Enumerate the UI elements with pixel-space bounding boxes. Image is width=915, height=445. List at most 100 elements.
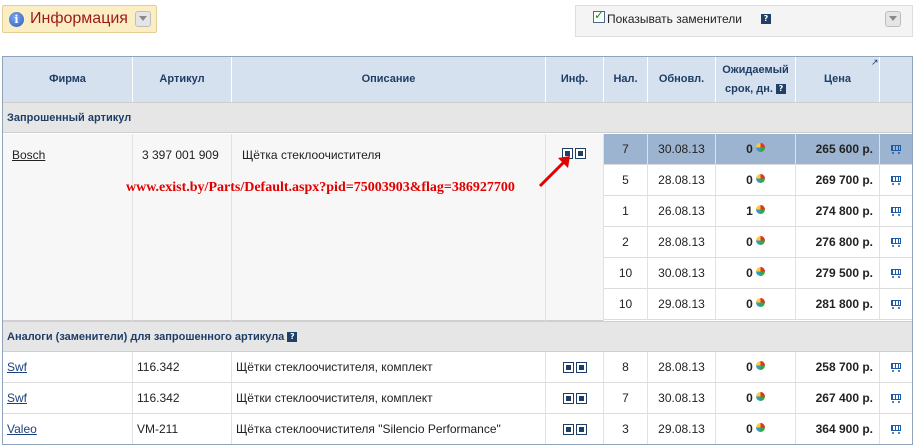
analog-row[interactable]: Swf 116.342 Щётки стеклоочистителя, компле… (3, 383, 912, 414)
term-value: 1 (746, 204, 753, 218)
term-cell: 0 (716, 134, 796, 164)
firm-link[interactable]: Valeo (7, 422, 37, 436)
info-panel-toggle[interactable]: i Информация (2, 5, 157, 33)
qty-value: 7 (604, 134, 648, 164)
add-to-cart-button[interactable] (880, 258, 912, 288)
term-value: 0 (746, 422, 753, 436)
firm-link[interactable]: Swf (7, 391, 27, 405)
info-icon-group (562, 361, 587, 373)
substitutes-collapse-chevron-icon[interactable] (885, 11, 901, 27)
cart-icon (889, 268, 903, 279)
warehouse-pie-icon[interactable] (755, 298, 765, 307)
col-firm[interactable]: Фирма (3, 57, 133, 102)
cart-icon (889, 299, 903, 310)
price-value: 265 600 р. (796, 134, 880, 164)
term-cell: 0 (716, 227, 796, 257)
red-arrow-icon (538, 156, 570, 188)
cart-icon (889, 144, 903, 155)
add-to-cart-button[interactable] (880, 196, 912, 226)
updated-value: 29.08.13 (648, 289, 716, 319)
offer-row[interactable]: 1 26.08.13 1 274 800 р. (604, 196, 912, 227)
details-icon[interactable] (575, 392, 587, 404)
description-value: Щётка стеклоочистителя "Silencio Perform… (232, 414, 546, 444)
col-description[interactable]: Описание (232, 57, 546, 102)
col-cart (880, 57, 912, 102)
details-icon[interactable] (575, 361, 587, 373)
add-to-cart-button[interactable] (880, 352, 912, 382)
term-value: 0 (746, 235, 753, 249)
details-icon[interactable] (575, 148, 586, 159)
term-cell: 0 (716, 352, 796, 382)
add-to-cart-button[interactable] (880, 165, 912, 195)
add-to-cart-button[interactable] (880, 383, 912, 413)
analog-row[interactable]: Valeo VM-211 Щётка стеклоочистителя "Silen… (3, 414, 912, 444)
photo-icon[interactable] (562, 423, 574, 435)
updated-value: 28.08.13 (648, 165, 716, 195)
price-value: 258 700 р. (796, 352, 880, 382)
firm-cell: Valeo (3, 414, 133, 444)
offer-row[interactable]: 10 30.08.13 0 279 500 р. (604, 258, 912, 289)
add-to-cart-button[interactable] (880, 289, 912, 319)
offer-row[interactable]: 7 30.08.13 0 265 600 р. (604, 134, 912, 165)
updated-value: 28.08.13 (648, 352, 716, 382)
term-value: 0 (746, 391, 753, 405)
show-substitutes-checkbox[interactable] (593, 8, 605, 23)
offer-row[interactable]: 2 28.08.13 0 276 800 р. (604, 227, 912, 258)
article-value: 3 397 001 909 (142, 148, 219, 162)
cart-icon (889, 237, 903, 248)
col-article[interactable]: Артикул (133, 57, 232, 102)
term-cell: 0 (716, 383, 796, 413)
warehouse-pie-icon[interactable] (755, 205, 765, 214)
article-value: 116.342 (133, 352, 232, 382)
offer-row[interactable]: 5 28.08.13 0 269 700 р. (604, 165, 912, 196)
add-to-cart-button[interactable] (880, 227, 912, 257)
article-value: 116.342 (133, 383, 232, 413)
info-label: Информация (30, 10, 128, 27)
updated-value: 30.08.13 (648, 383, 716, 413)
warehouse-pie-icon[interactable] (755, 236, 765, 245)
warehouse-pie-icon[interactable] (755, 143, 765, 152)
col-price[interactable]: Цена (796, 57, 880, 102)
warehouse-pie-icon[interactable] (755, 174, 765, 183)
add-to-cart-button[interactable] (880, 414, 912, 444)
term-cell: 0 (716, 258, 796, 288)
warehouse-pie-icon[interactable] (755, 392, 765, 401)
col-updated[interactable]: Обновл. (648, 57, 716, 102)
analog-row[interactable]: Swf 116.342 Щётки стеклоочистителя, компле… (3, 352, 912, 383)
col-info: Инф. (546, 57, 604, 102)
col-qty[interactable]: Нал. (604, 57, 648, 102)
term-value: 0 (746, 173, 753, 187)
info-icons (546, 352, 604, 382)
term-help-icon[interactable]: ? (775, 83, 786, 94)
warehouse-pie-icon[interactable] (755, 267, 765, 276)
info-collapse-chevron-icon[interactable] (135, 11, 151, 27)
add-to-cart-button[interactable] (880, 134, 912, 164)
price-value: 281 800 р. (796, 289, 880, 319)
updated-value: 28.08.13 (648, 227, 716, 257)
cart-icon (889, 175, 903, 186)
photo-icon[interactable] (562, 361, 574, 373)
warehouse-pie-icon[interactable] (755, 361, 765, 370)
photo-icon[interactable] (562, 392, 574, 404)
description-value: Щётка стеклоочистителя (242, 148, 381, 162)
term-cell: 0 (716, 165, 796, 195)
sort-arrow-icon[interactable]: ↗ (871, 58, 879, 68)
firm-cell: Swf (3, 352, 133, 382)
firm-link[interactable]: Bosch (12, 148, 45, 162)
info-icon-group (562, 423, 587, 435)
requested-item: Bosch 3 397 001 909 Щётка стеклоочистите… (3, 134, 604, 321)
price-value: 276 800 р. (796, 227, 880, 257)
details-icon[interactable] (575, 423, 587, 435)
updated-value: 30.08.13 (648, 258, 716, 288)
col-term[interactable]: Ожидаемый срок, дн. ? (716, 57, 796, 102)
substitutes-help-icon[interactable]: ? (761, 14, 771, 24)
offer-row[interactable]: 10 29.08.13 0 281 800 р. (604, 289, 912, 320)
cart-icon (889, 206, 903, 217)
cart-icon (889, 424, 903, 435)
warehouse-pie-icon[interactable] (755, 423, 765, 432)
term-value: 0 (746, 297, 753, 311)
updated-value: 26.08.13 (648, 196, 716, 226)
analogs-help-icon[interactable]: ? (287, 332, 298, 343)
firm-link[interactable]: Swf (7, 360, 27, 374)
cart-icon (889, 362, 903, 373)
